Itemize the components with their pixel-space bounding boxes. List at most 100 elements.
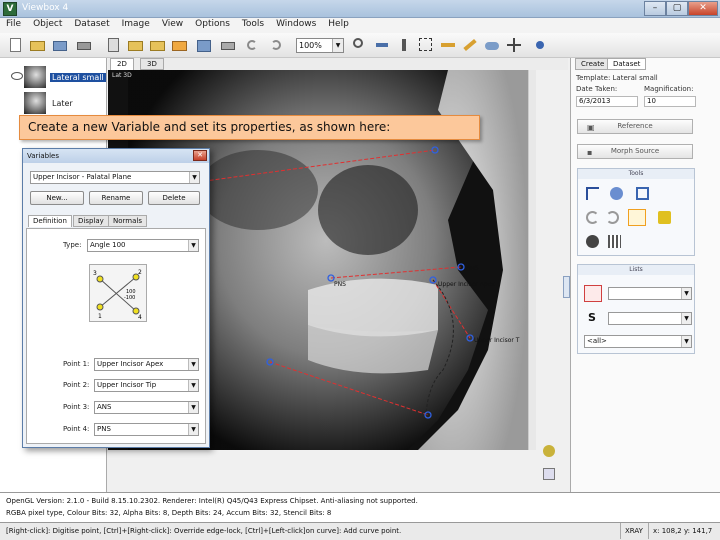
new-variable-button[interactable]: New... — [30, 191, 84, 205]
maximize-button[interactable]: ▢ — [666, 1, 688, 16]
list-filter-select[interactable]: <all> ▼ — [584, 335, 692, 348]
measure-icon[interactable] — [440, 37, 456, 53]
visibility-eye-icon[interactable] — [11, 72, 23, 80]
status-mode: XRAY — [620, 523, 643, 539]
measure-tool-icon[interactable] — [608, 235, 621, 248]
diagram-angle-2: -100 — [124, 295, 135, 301]
crosshair-icon[interactable] — [506, 37, 522, 53]
magnification-field[interactable]: 10 — [644, 96, 696, 107]
tab-display[interactable]: Display — [73, 215, 109, 227]
tab-normals[interactable]: Normals — [108, 215, 147, 227]
tab-dataset[interactable]: Dataset — [607, 58, 647, 70]
print-icon[interactable] — [76, 37, 92, 53]
instruction-callout: Create a new Variable and set its proper… — [19, 115, 480, 140]
point1-select[interactable]: Upper Incisor Apex ▼ — [94, 358, 199, 371]
close-button[interactable]: ✕ — [688, 1, 718, 16]
rename-variable-button[interactable]: Rename — [89, 191, 143, 205]
tools-title: Tools — [578, 169, 694, 179]
morph-source-button-label: Morph Source — [610, 147, 660, 155]
list-select-1[interactable]: ▼ — [608, 287, 692, 300]
menu-file[interactable]: File — [0, 18, 27, 30]
title-bar: V Viewbox 4 – ▢ ✕ — [0, 0, 720, 18]
template-label: Template: Lateral small — [576, 74, 658, 82]
tab-definition[interactable]: Definition — [28, 215, 72, 227]
menu-object[interactable]: Object — [27, 18, 68, 30]
point-marker-icon[interactable] — [658, 211, 671, 224]
redo-tool-icon[interactable] — [606, 211, 619, 224]
type-select[interactable]: Angle 100 ▼ — [87, 239, 199, 252]
page-setup-icon[interactable] — [106, 37, 122, 53]
menu-image[interactable]: Image — [116, 18, 156, 30]
menu-windows[interactable]: Windows — [270, 18, 322, 30]
point3-select[interactable]: ANS ▼ — [94, 401, 199, 414]
menu-view[interactable]: View — [156, 18, 189, 30]
point2-select[interactable]: Upper Incisor Tip ▼ — [94, 379, 199, 392]
viewport-scrollbar[interactable] — [528, 70, 536, 450]
point4-select[interactable]: PNS ▼ — [94, 423, 199, 436]
reference-button[interactable]: ▣ Reference — [577, 119, 693, 134]
transform-icon[interactable] — [636, 187, 649, 200]
right-panel: Create Dataset Template: Lateral small D… — [570, 58, 720, 492]
list-filter-value: <all> — [587, 337, 607, 345]
menu-dataset[interactable]: Dataset — [68, 18, 115, 30]
point3-label: Point 3: — [63, 403, 90, 411]
menu-help[interactable]: Help — [322, 18, 355, 30]
open-folder-icon[interactable] — [30, 37, 46, 53]
move-icon[interactable] — [610, 187, 623, 200]
tab-create[interactable]: Create — [575, 58, 611, 70]
tab-2d[interactable]: 2D — [110, 58, 134, 70]
grid-icon[interactable] — [543, 468, 555, 480]
chevron-down-icon: ▼ — [189, 172, 199, 183]
chevron-down-icon: ▼ — [681, 288, 691, 299]
open-dataset-icon[interactable] — [52, 37, 68, 53]
lock-icon[interactable] — [586, 235, 599, 248]
folder-new-icon[interactable] — [128, 37, 144, 53]
tab-3d[interactable]: 3D — [140, 58, 164, 70]
zoom-icon[interactable] — [352, 37, 368, 53]
list-symbol: S — [588, 311, 596, 324]
zoom-value: 100% — [299, 41, 322, 50]
menu-options[interactable]: Options — [189, 18, 236, 30]
minimize-button[interactable]: – — [644, 1, 666, 16]
list-select-2[interactable]: ▼ — [608, 312, 692, 325]
fit-window-icon[interactable] — [396, 37, 412, 53]
list-type-icon[interactable] — [584, 285, 602, 302]
diagram-point-1: 1 — [98, 313, 102, 320]
bug-icon[interactable] — [543, 445, 555, 457]
delete-variable-button[interactable]: Delete — [148, 191, 200, 205]
diagram-point-3: 3 — [93, 270, 97, 277]
digitise-hand-icon[interactable] — [628, 209, 646, 226]
redo-icon[interactable] — [268, 37, 284, 53]
refresh-icon[interactable] — [532, 37, 548, 53]
undo-tool-icon[interactable] — [586, 211, 599, 224]
object-label-later[interactable]: Later — [50, 99, 75, 108]
chevron-down-icon: ▼ — [188, 359, 198, 370]
undo-icon[interactable] — [244, 37, 260, 53]
ruler-icon[interactable] — [462, 37, 478, 53]
save-icon[interactable] — [196, 37, 212, 53]
new-file-icon[interactable] — [8, 37, 24, 53]
cloud-icon[interactable] — [484, 37, 500, 53]
point1-label: Point 1: — [63, 360, 90, 368]
xray-thumbnail[interactable] — [24, 66, 46, 88]
panel-splitter-handle[interactable] — [563, 276, 570, 298]
pan-icon[interactable] — [374, 37, 390, 53]
point2-value: Upper Incisor Tip — [97, 381, 157, 389]
date-taken-field[interactable]: 6/3/2013 — [576, 96, 638, 107]
variable-select[interactable]: Upper Incisor - Palatal Plane ▼ — [30, 171, 200, 184]
object-label-lateral-small[interactable]: Lateral small — [50, 73, 106, 82]
select-region-icon[interactable] — [418, 37, 434, 53]
xray-thumbnail-2[interactable] — [24, 92, 46, 114]
lists-title: Lists — [578, 265, 694, 275]
zoom-select[interactable]: 100% ▼ — [296, 38, 344, 53]
folder-save-icon[interactable] — [150, 37, 166, 53]
morph-source-button[interactable]: ▪ Morph Source — [577, 144, 693, 159]
angle-diagram: 3 2 1 4 100 -100 — [89, 264, 147, 322]
print-preview-icon[interactable] — [220, 37, 236, 53]
dialog-close-button[interactable]: ✕ — [193, 150, 207, 161]
landmark-label-pns: PNS — [334, 281, 346, 288]
menu-tools[interactable]: Tools — [236, 18, 270, 30]
select-arrow-icon[interactable] — [586, 187, 599, 200]
dialog-title: Variables ✕ — [23, 149, 209, 163]
folder-export-icon[interactable] — [172, 37, 188, 53]
